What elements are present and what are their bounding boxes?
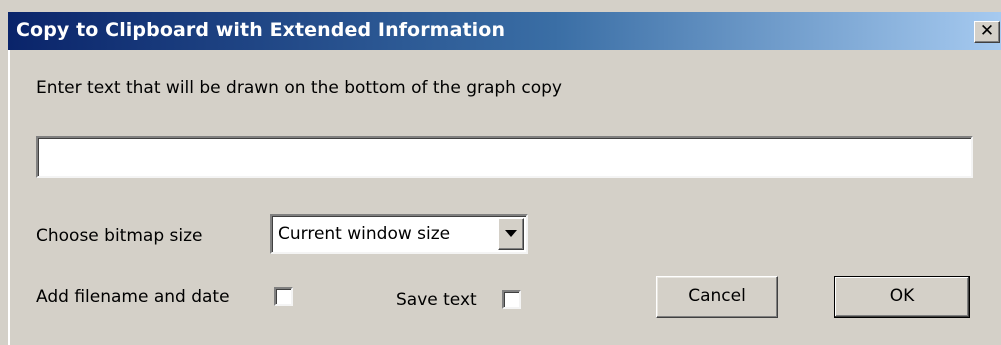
- save-text-checkbox[interactable]: [502, 290, 521, 309]
- add-filename-checkbox[interactable]: [274, 287, 293, 306]
- save-text-label: Save text: [396, 290, 477, 310]
- window-left-border: [8, 50, 10, 345]
- add-filename-label: Add filename and date: [36, 287, 230, 307]
- dialog-window: Copy to Clipboard with Extended Informat…: [0, 0, 1001, 345]
- dropdown-button[interactable]: [498, 218, 524, 250]
- title-bar[interactable]: Copy to Clipboard with Extended Informat…: [8, 12, 1001, 50]
- cancel-button[interactable]: Cancel: [656, 276, 778, 318]
- close-icon: ✕: [979, 21, 995, 41]
- chevron-down-icon: [505, 230, 517, 237]
- bitmap-size-select[interactable]: Current window size: [270, 214, 528, 254]
- bottom-text-input[interactable]: [36, 136, 973, 178]
- prompt-label: Enter text that will be drawn on the bot…: [36, 78, 562, 98]
- bitmap-size-label: Choose bitmap size: [36, 226, 203, 246]
- ok-button[interactable]: OK: [834, 276, 970, 318]
- close-button[interactable]: ✕: [974, 21, 1000, 43]
- dialog-title: Copy to Clipboard with Extended Informat…: [16, 19, 506, 41]
- bitmap-size-value: Current window size: [278, 224, 451, 244]
